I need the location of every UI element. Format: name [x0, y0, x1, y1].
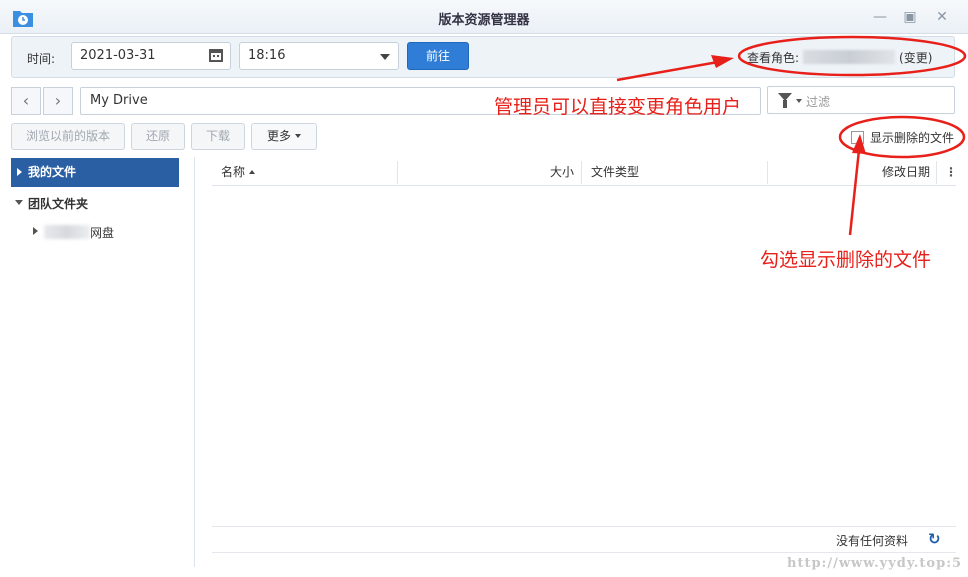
role-highlight-ellipse: [737, 35, 967, 77]
role-arrow-shaft: [616, 60, 719, 82]
role-arrow-head: [711, 55, 734, 68]
role-annotation-text: 管理员可以直接变更角色用户: [494, 96, 742, 118]
checkbox-annotation-text: 勾选显示删除的文件: [760, 249, 932, 271]
checkbox-arrow-head: [852, 134, 866, 154]
annotation-overlay: [616, 35, 967, 236]
watermark-text: http://www.yydy.top:5: [787, 556, 963, 571]
checkbox-arrow-shaft: [848, 149, 861, 236]
